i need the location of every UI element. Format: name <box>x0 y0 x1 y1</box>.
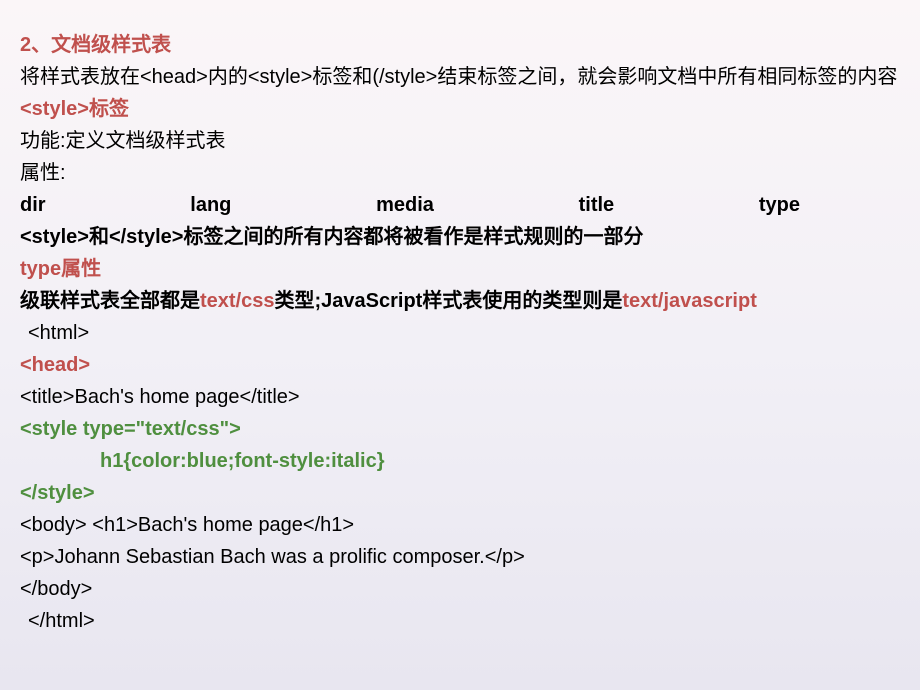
code-body-close: </body> <box>20 574 900 604</box>
code-rule: h1{color:blue;font-style:italic} <box>20 446 900 476</box>
code-title: <title>Bach's home page</title> <box>20 382 900 412</box>
code-p: <p>Johann Sebastian Bach was a prolific … <box>20 542 900 572</box>
attr-label: 属性: <box>20 158 900 188</box>
attr-row: dir lang media title type <box>20 190 800 220</box>
cascade-line: 级联样式表全部都是text/css类型;JavaScript样式表使用的类型则是… <box>20 286 900 316</box>
code-head-open: <head> <box>20 350 900 380</box>
intro-paragraph: 将样式表放在<head>内的<style>标签和(/style>结束标签之间，就… <box>20 62 900 92</box>
section-heading: 2、文档级样式表 <box>20 30 900 60</box>
code-style-close: </style> <box>20 478 900 508</box>
attr-type: type <box>759 190 800 220</box>
code-html-close: </html> <box>20 606 900 636</box>
style-tag-text: 标签 <box>89 98 129 120</box>
style-tag-label: <style>标签 <box>20 94 900 124</box>
cascade-p1: 级联样式表全部都是 <box>20 290 200 312</box>
code-style-open: <style type="text/css"> <box>20 414 900 444</box>
between-line: <style>和</style>标签之间的所有内容都将被看作是样式规则的一部分 <box>20 222 900 252</box>
function-line: 功能:定义文档级样式表 <box>20 126 900 156</box>
attr-lang: lang <box>190 190 231 220</box>
type-attr-name: type <box>20 258 61 280</box>
code-html-open: <html> <box>20 318 900 348</box>
attr-media: media <box>376 190 434 220</box>
attr-dir: dir <box>20 190 46 220</box>
code-body-line: <body> <h1>Bach's home page</h1> <box>20 510 900 540</box>
attr-title: title <box>579 190 615 220</box>
cascade-p2: 类型;JavaScript样式表使用的类型则是 <box>275 290 623 312</box>
cascade-v1: text/css <box>200 290 275 312</box>
cascade-v2: text/javascript <box>622 290 757 312</box>
type-attr-label: type属性 <box>20 254 900 284</box>
document-content: 2、文档级样式表 将样式表放在<head>内的<style>标签和(/style… <box>20 30 900 636</box>
type-attr-text: 属性 <box>61 258 101 280</box>
style-tag: <style> <box>20 98 89 120</box>
